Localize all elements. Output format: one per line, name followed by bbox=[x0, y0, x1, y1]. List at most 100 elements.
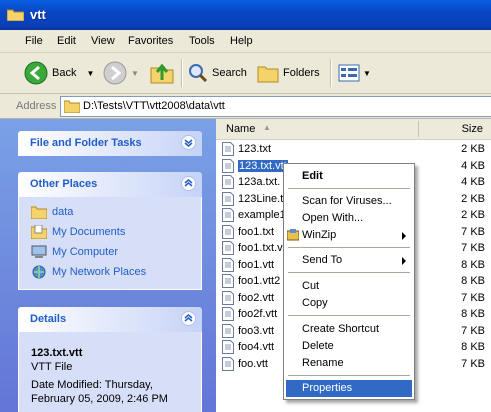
file-icon bbox=[222, 158, 234, 173]
file-size: 2 KB bbox=[461, 209, 485, 221]
details-file-type: VTT File bbox=[31, 361, 73, 373]
expand-chevron-icon[interactable] bbox=[181, 135, 196, 150]
toolbar: Back ▼ ▼ Search Folders ▼ bbox=[0, 53, 491, 94]
menu-item-cut[interactable]: Cut bbox=[286, 278, 412, 295]
file-icon bbox=[222, 142, 234, 156]
file-size: 4 KB bbox=[461, 176, 485, 188]
address-input[interactable]: D:\Tests\VTT\vtt2008\data\vtt bbox=[60, 96, 491, 117]
submenu-arrow-icon bbox=[402, 232, 406, 240]
file-name: example1 bbox=[238, 209, 286, 221]
title-bar[interactable]: vtt bbox=[0, 0, 491, 30]
file-size: 4 KB bbox=[461, 159, 485, 172]
file-name: foo2f.vtt bbox=[238, 308, 278, 320]
file-icon bbox=[222, 274, 234, 288]
collapse-chevron-icon[interactable] bbox=[181, 176, 196, 191]
other-places-header[interactable]: Other Places bbox=[18, 172, 202, 197]
folders-icon bbox=[257, 66, 279, 83]
menu-item-winzip[interactable]: WinZip bbox=[286, 227, 412, 244]
column-name[interactable]: Name bbox=[226, 123, 255, 135]
menu-edit[interactable]: Edit bbox=[57, 35, 76, 47]
menu-view[interactable]: View bbox=[91, 35, 115, 47]
menu-item-copy[interactable]: Copy bbox=[286, 295, 412, 312]
details-body: 123.txt.vtt VTT File Date Modified: Thur… bbox=[18, 332, 202, 412]
address-label: Address bbox=[16, 100, 57, 112]
window-title: vtt bbox=[30, 7, 46, 22]
file-size: 8 KB bbox=[461, 341, 485, 353]
file-size: 8 KB bbox=[461, 308, 485, 320]
folders-button[interactable]: Folders bbox=[257, 53, 320, 93]
other-places-body: data My Documents My Computer My Network… bbox=[18, 197, 202, 290]
folder-icon bbox=[64, 100, 80, 113]
menu-item-delete[interactable]: Delete bbox=[286, 338, 412, 355]
file-name: 123Line.t bbox=[238, 192, 284, 205]
menu-item-create-shortcut[interactable]: Create Shortcut bbox=[286, 321, 412, 338]
views-icon bbox=[338, 64, 360, 82]
up-folder-button[interactable] bbox=[150, 53, 174, 93]
file-name: foo1.txt bbox=[238, 225, 275, 238]
search-label: Search bbox=[212, 67, 247, 79]
folder-icon bbox=[7, 9, 24, 21]
menu-help[interactable]: Help bbox=[230, 35, 253, 47]
menu-tools[interactable]: Tools bbox=[189, 35, 215, 47]
details-date-modified-line2: February 05, 2009, 2:46 PM bbox=[31, 393, 168, 405]
my-documents-icon bbox=[31, 225, 47, 239]
file-size: 7 KB bbox=[461, 291, 485, 304]
address-bar: Address D:\Tests\VTT\vtt2008\data\vtt bbox=[0, 94, 491, 119]
search-icon bbox=[189, 64, 208, 83]
place-my-network-places[interactable]: My Network Places bbox=[31, 265, 146, 279]
search-button[interactable]: Search bbox=[188, 53, 247, 93]
views-button[interactable]: ▼ bbox=[338, 53, 371, 93]
file-icon bbox=[222, 241, 234, 255]
file-name: foo.vtt bbox=[238, 357, 268, 370]
menu-item-edit[interactable]: Edit bbox=[286, 168, 412, 185]
column-size[interactable]: Size bbox=[462, 123, 483, 135]
menu-item-open-with[interactable]: Open With... bbox=[286, 210, 412, 227]
file-size: 7 KB bbox=[461, 242, 485, 254]
file-name: foo2.vtt bbox=[238, 291, 275, 304]
file-icon bbox=[222, 224, 234, 239]
details-title: Details bbox=[30, 313, 67, 325]
file-size: 2 KB bbox=[461, 192, 485, 205]
file-folder-tasks-header[interactable]: File and Folder Tasks bbox=[18, 131, 202, 156]
file-size: 8 KB bbox=[461, 275, 485, 287]
place-my-computer[interactable]: My Computer bbox=[31, 245, 118, 259]
file-name: 123.txt bbox=[238, 143, 272, 155]
details-header[interactable]: Details bbox=[18, 307, 202, 332]
menu-item-rename[interactable]: Rename bbox=[286, 355, 412, 372]
file-icon bbox=[222, 290, 234, 305]
menu-file[interactable]: File bbox=[25, 35, 43, 47]
menu-favorites[interactable]: Favorites bbox=[128, 35, 173, 47]
forward-arrow-icon bbox=[103, 61, 127, 85]
file-icon bbox=[222, 356, 234, 371]
network-places-icon bbox=[32, 265, 46, 279]
file-name: foo1.txt.v bbox=[238, 242, 283, 254]
up-folder-icon bbox=[150, 63, 174, 84]
menu-item-properties[interactable]: Properties bbox=[286, 380, 412, 397]
file-size: 7 KB bbox=[461, 225, 485, 238]
menu-item-send-to[interactable]: Send To bbox=[286, 252, 412, 269]
file-size: 2 KB bbox=[461, 143, 485, 155]
place-my-documents[interactable]: My Documents bbox=[31, 225, 125, 239]
back-button[interactable]: Back ▼ bbox=[24, 53, 94, 93]
details-date-modified-line1: Date Modified: Thursday, bbox=[31, 379, 153, 391]
file-size: 7 KB bbox=[461, 357, 485, 370]
file-name: foo1.vtt bbox=[238, 258, 275, 271]
submenu-arrow-icon bbox=[402, 257, 406, 265]
file-icon bbox=[222, 208, 234, 222]
back-label: Back bbox=[52, 67, 77, 79]
file-name: foo3.vtt bbox=[238, 324, 275, 337]
file-row[interactable]: 123.txt 2 KB bbox=[220, 141, 491, 157]
task-pane: File and Folder Tasks Other Places data … bbox=[0, 119, 216, 412]
file-size: 8 KB bbox=[461, 258, 485, 271]
forward-button[interactable]: ▼ bbox=[103, 53, 139, 93]
back-dropdown-icon[interactable]: ▼ bbox=[86, 69, 94, 78]
menu-item-scan-viruses[interactable]: Scan for Viruses... bbox=[286, 193, 412, 210]
file-folder-tasks-title: File and Folder Tasks bbox=[30, 137, 142, 149]
place-data[interactable]: data bbox=[31, 205, 73, 219]
file-icon bbox=[222, 175, 234, 189]
collapse-chevron-icon[interactable] bbox=[181, 311, 196, 326]
my-computer-icon bbox=[31, 245, 47, 258]
file-icon bbox=[222, 307, 234, 321]
file-icon bbox=[222, 191, 234, 206]
forward-dropdown-icon[interactable]: ▼ bbox=[131, 69, 139, 78]
